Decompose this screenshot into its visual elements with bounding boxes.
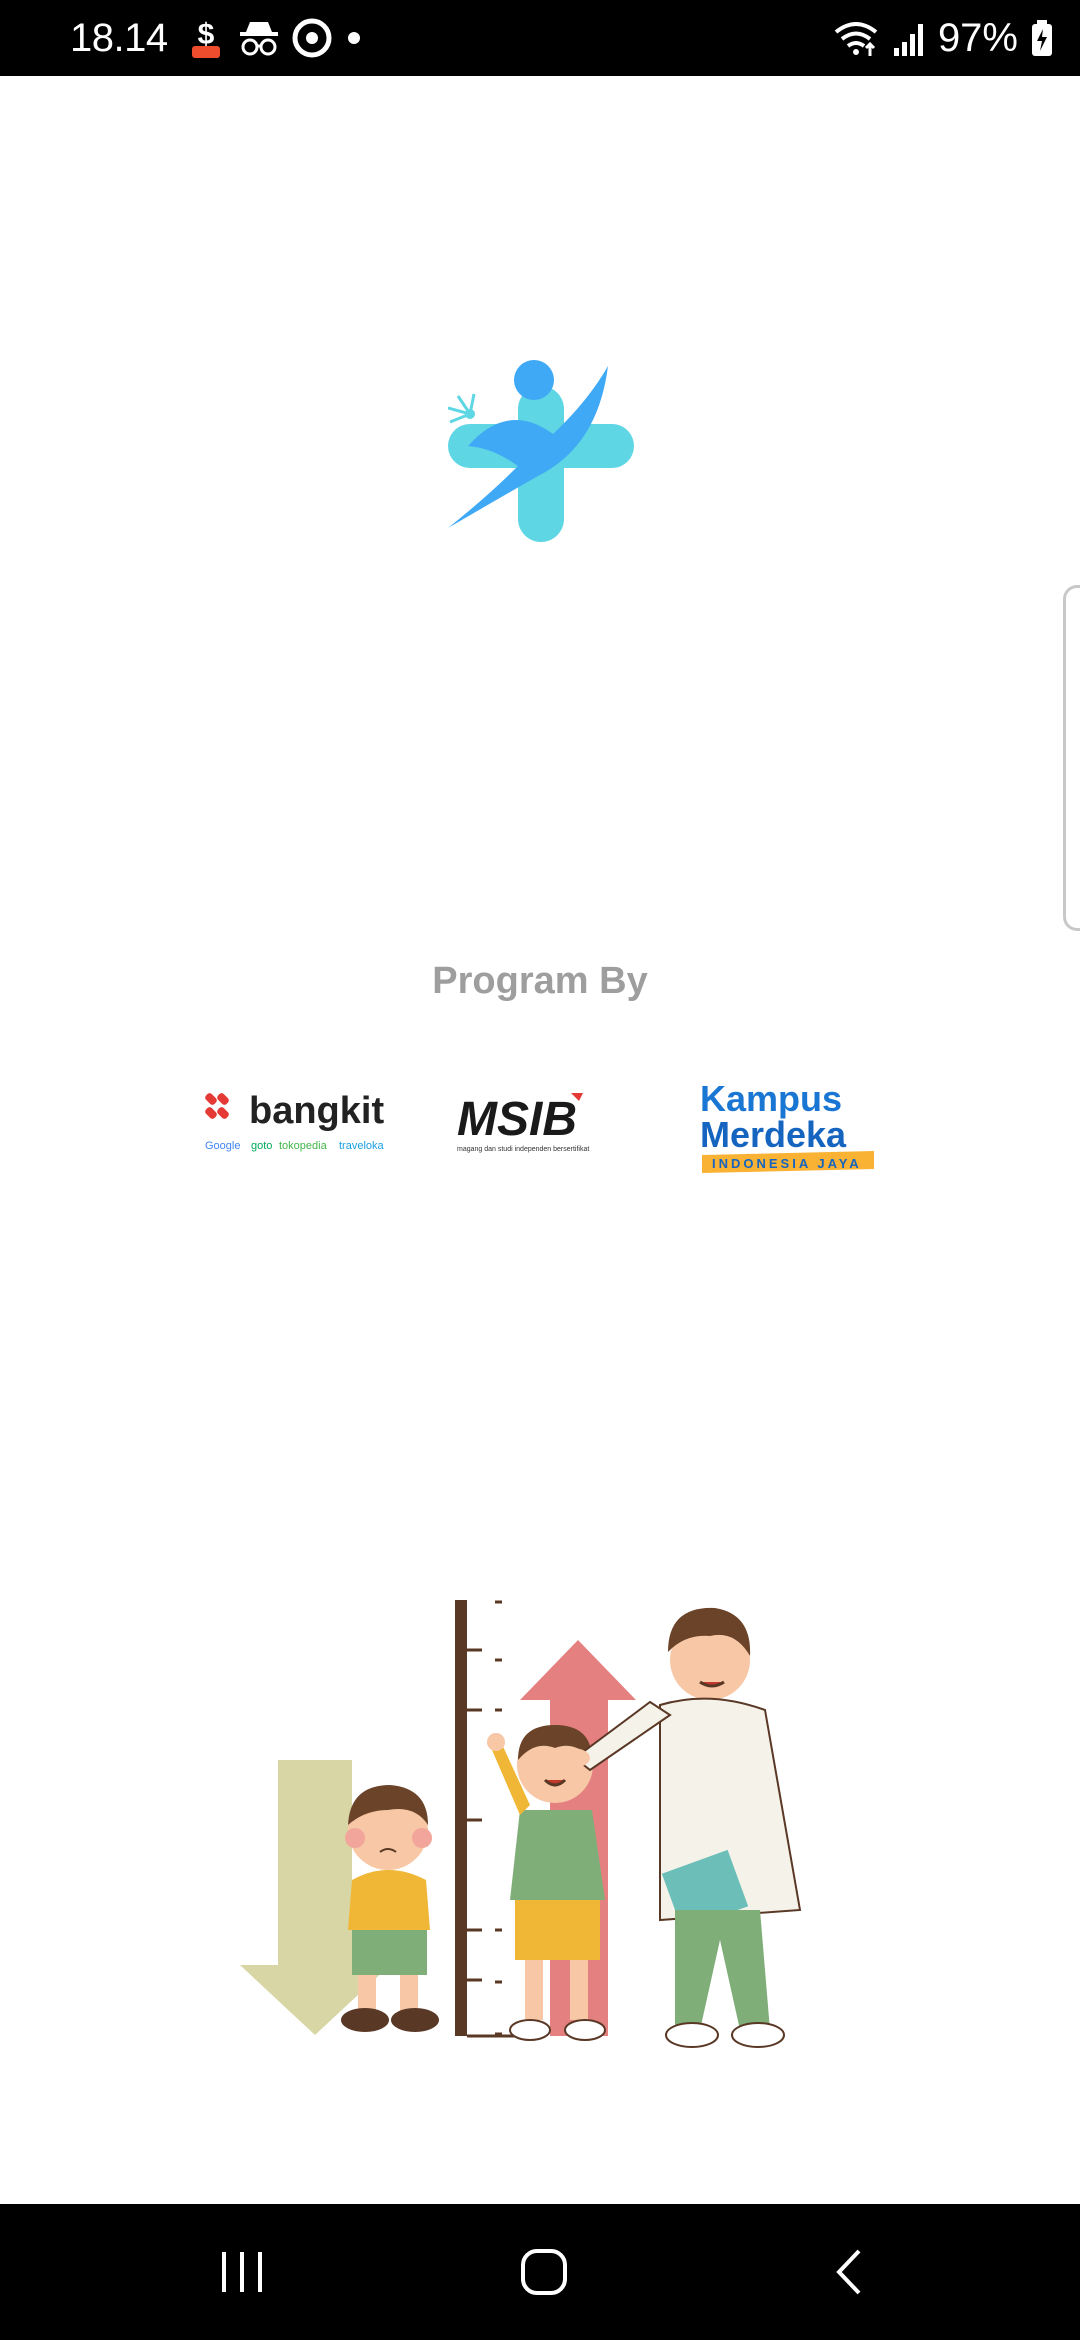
bangkit-sub-goto: goto: [251, 1140, 272, 1152]
kampus-line2: Merdeka: [700, 1114, 847, 1155]
bangkit-sub-tokopedia: tokopedia: [279, 1140, 328, 1152]
msib-wordmark: MSIB: [457, 1093, 577, 1146]
battery-charging-icon: [1032, 20, 1052, 56]
recent-apps-icon: [222, 2252, 262, 2292]
status-time: 18.14: [70, 15, 168, 60]
navigation-bar: [0, 2204, 1080, 2340]
app-logo: [447, 356, 634, 542]
back-icon: [836, 2249, 861, 2295]
back-button[interactable]: [778, 2204, 918, 2340]
bangkit-sub-traveloka: traveloka: [339, 1140, 385, 1152]
kampus-line1: Kampus: [700, 1078, 842, 1119]
msib-logo: MSIB magang dan studi independen bersert…: [453, 1087, 643, 1157]
dot-icon: [347, 32, 360, 44]
msib-sub: magang dan studi independen bersertifika…: [457, 1146, 589, 1153]
edge-panel-handle[interactable]: [1063, 585, 1080, 931]
shopee-icon: $: [191, 18, 220, 58]
kampus-ribbon: INDONESIA JAYA: [712, 1156, 862, 1171]
battery-percent: 97%: [937, 15, 1018, 60]
home-icon: [521, 2249, 567, 2295]
bangkit-sub-google: Google: [205, 1140, 240, 1152]
kampus-merdeka-logo: Kampus Merdeka INDONESIA JAYA: [698, 1073, 878, 1185]
wifi-icon: [834, 22, 878, 56]
signal-icon: [893, 24, 923, 56]
program-by-label: Program By: [432, 960, 648, 1002]
partner-logos: bangkit Google goto tokopedia traveloka …: [0, 1065, 1080, 1185]
child-growth-illustration: [230, 1590, 850, 2050]
incognito-icon: [239, 22, 278, 56]
recent-apps-button[interactable]: [172, 2204, 312, 2340]
bangkit-wordmark: bangkit: [249, 1090, 384, 1132]
bangkit-logo: bangkit Google goto tokopedia traveloka: [205, 1087, 395, 1157]
target-icon: [292, 18, 332, 58]
home-button[interactable]: [474, 2204, 614, 2340]
health-cross-person-icon: [447, 360, 634, 542]
status-bar: 18.14 $ 97%: [0, 0, 1080, 76]
